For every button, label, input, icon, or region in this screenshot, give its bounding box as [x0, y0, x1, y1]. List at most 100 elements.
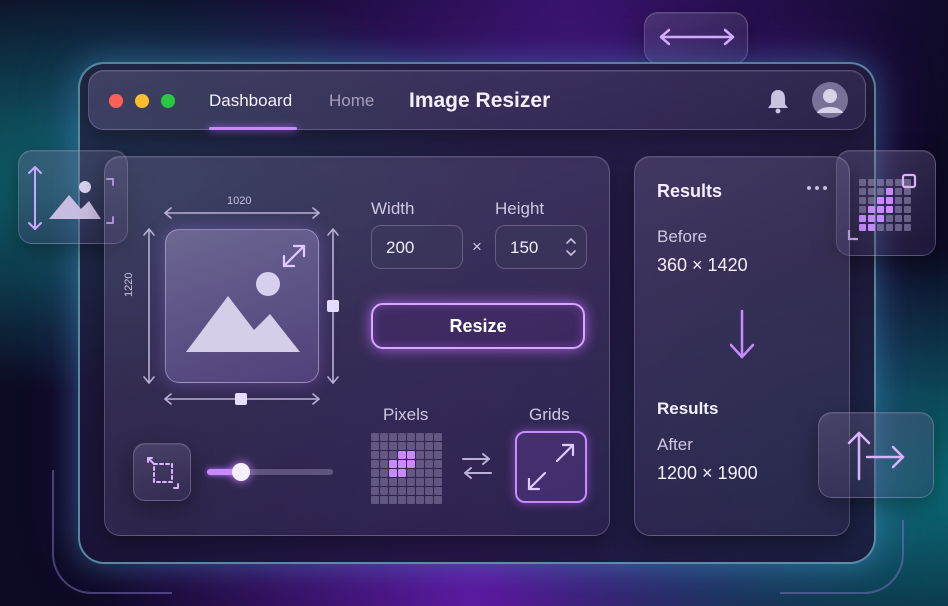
pixel-cell [425, 460, 433, 468]
close-window-button[interactable] [109, 94, 123, 108]
pixel-cell [868, 179, 875, 186]
resize-button[interactable]: Resize [371, 303, 585, 349]
pixel-cell [425, 478, 433, 486]
pixel-cell [389, 460, 397, 468]
height-stepper-icon[interactable] [563, 233, 579, 266]
pixel-cell [371, 478, 379, 486]
pixel-cell [380, 442, 388, 450]
pixel-cell [398, 451, 406, 459]
pixel-cell [886, 224, 893, 231]
grids-expand-box[interactable] [515, 431, 587, 503]
pixel-cell [371, 469, 379, 477]
pixel-cell [895, 179, 902, 186]
pixel-cell [877, 224, 884, 231]
app-title: Image Resizer [409, 89, 551, 112]
pixel-cell [434, 442, 442, 450]
bell-icon[interactable] [765, 87, 791, 120]
pixel-cell [407, 496, 415, 504]
pixel-cell [425, 442, 433, 450]
pixel-cell [389, 478, 397, 486]
after-label: After [657, 435, 693, 454]
pixel-cell [407, 478, 415, 486]
pixel-cell [398, 460, 406, 468]
pixel-cell [371, 496, 379, 504]
expand-arrows-icon [527, 443, 575, 491]
pixel-cell [859, 197, 866, 204]
pixel-cell [389, 487, 397, 495]
pixel-cell [371, 487, 379, 495]
pixel-cell [416, 478, 424, 486]
more-options-icon[interactable] [805, 179, 829, 202]
swap-arrows-icon[interactable] [461, 449, 493, 488]
crop-tool-button[interactable] [133, 443, 191, 501]
pixel-cell [380, 451, 388, 459]
pixel-cell [416, 460, 424, 468]
tab-home[interactable]: Home [329, 91, 374, 111]
pixel-cell [389, 469, 397, 477]
pixel-cell [434, 460, 442, 468]
pixel-cell [868, 206, 875, 213]
pixel-cell [859, 206, 866, 213]
pixel-cell [434, 433, 442, 441]
transform-card[interactable] [818, 412, 934, 498]
pixel-cell [859, 179, 866, 186]
pixel-cell [886, 206, 893, 213]
pixel-cell [416, 496, 424, 504]
pixel-cell [425, 433, 433, 441]
pixel-cell [380, 433, 388, 441]
pixel-cell [416, 469, 424, 477]
image-placeholder-icon [186, 244, 306, 352]
minimize-window-button[interactable] [135, 94, 149, 108]
pixel-cell [407, 442, 415, 450]
pixel-cell [425, 496, 433, 504]
resize-handle-right[interactable] [327, 300, 339, 312]
width-input[interactable]: 200 [371, 225, 463, 269]
pixel-cell [904, 179, 911, 186]
pixel-cell [425, 451, 433, 459]
user-avatar-icon[interactable] [811, 81, 849, 124]
pixel-grid-preview [371, 433, 443, 505]
pixel-cell [877, 179, 884, 186]
pixel-cell [407, 433, 415, 441]
before-value: 360 × 1420 [657, 255, 748, 275]
zoom-slider-thumb[interactable] [232, 463, 251, 481]
after-value: 1200 × 1900 [657, 463, 758, 483]
pixels-label: Pixels [383, 405, 429, 424]
pixel-cell [904, 197, 911, 204]
pixel-cell [389, 433, 397, 441]
pixel-cell [398, 442, 406, 450]
pixel-cell [416, 433, 424, 441]
height-input-value: 150 [510, 238, 539, 257]
maximize-window-button[interactable] [161, 94, 175, 108]
pixel-scale-card[interactable] [836, 150, 936, 256]
preview-height-label: 1220 [123, 272, 135, 297]
preview-width-label: 1020 [227, 195, 252, 207]
resize-handle-bottom[interactable] [235, 393, 247, 405]
pixel-cell [371, 442, 379, 450]
tab-dashboard[interactable]: Dashboard [209, 91, 292, 111]
pixel-cell [371, 460, 379, 468]
horizontal-arrows-icon [659, 28, 735, 46]
pixel-cell [425, 487, 433, 495]
pixel-cell [895, 197, 902, 204]
pixel-cell [895, 206, 902, 213]
pixel-cell [886, 197, 893, 204]
pixel-cell [895, 224, 902, 231]
pixel-cell [380, 478, 388, 486]
pixel-cell [868, 215, 875, 222]
pixel-cell [877, 206, 884, 213]
pixel-cell [877, 188, 884, 195]
pixel-cell [371, 451, 379, 459]
pixel-cell [389, 496, 397, 504]
pixel-cell [886, 188, 893, 195]
pixel-cell [859, 188, 866, 195]
pixel-cell [398, 487, 406, 495]
crop-icon [147, 457, 179, 489]
pixel-cell [868, 188, 875, 195]
image-preview[interactable] [165, 229, 319, 383]
pixel-cell [398, 433, 406, 441]
pixel-cell [434, 487, 442, 495]
horizontal-resize-card[interactable] [644, 12, 748, 64]
pixel-cell [407, 469, 415, 477]
pixel-cell [904, 224, 911, 231]
